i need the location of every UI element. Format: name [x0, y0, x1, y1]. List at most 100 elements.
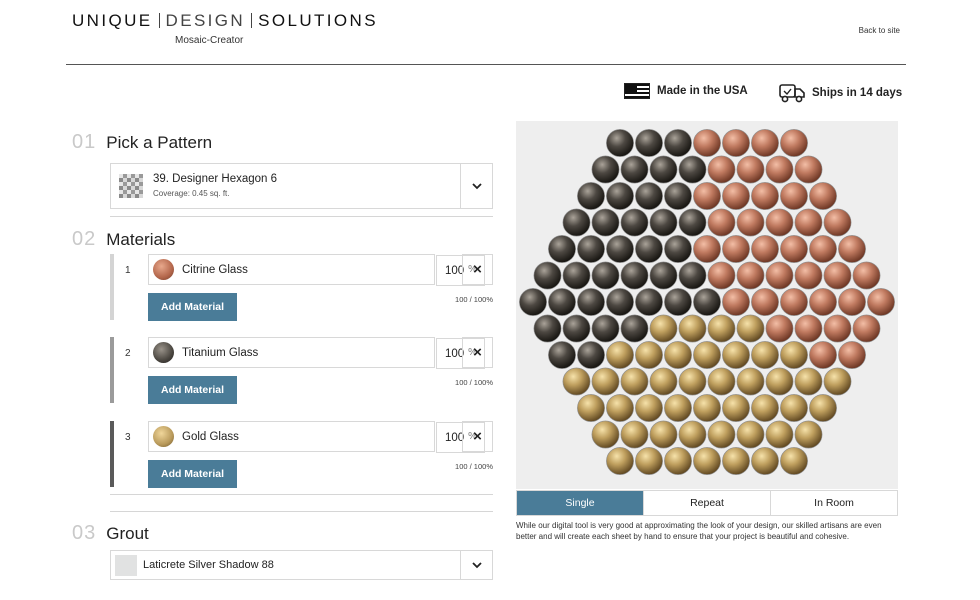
mosaic-dot: [693, 235, 721, 263]
mosaic-dot: [722, 288, 750, 316]
mosaic-dot: [780, 129, 808, 157]
mosaic-dot: [852, 261, 881, 290]
grout-select[interactable]: Laticrete Silver Shadow 88: [110, 550, 493, 580]
grout-dropdown-button[interactable]: [460, 551, 492, 579]
mosaic-dot: [722, 447, 750, 475]
mosaic-dot: [736, 261, 765, 290]
material-row: 2 Titanium Glass 100 % × Add Material 10…: [110, 337, 493, 404]
mosaic-dot: [635, 129, 663, 157]
remove-material-button[interactable]: ×: [462, 421, 493, 452]
mosaic-dot: [736, 420, 765, 449]
pattern-select[interactable]: 39. Designer Hexagon 6 Coverage: 0.45 sq…: [110, 163, 493, 209]
mosaic-dot: [678, 314, 707, 343]
material-select[interactable]: Citrine Glass 100 %: [148, 254, 485, 286]
us-flag-icon: [624, 83, 650, 99]
mosaic-dot: [823, 261, 852, 290]
mosaic-dot: [780, 288, 808, 316]
mosaic-dot: [809, 394, 837, 422]
mosaic-dot: [751, 288, 779, 316]
mosaic-dot: [678, 155, 707, 184]
mosaic-dot: [591, 208, 620, 237]
mosaic-dot: [751, 341, 779, 369]
mosaic-dot: [736, 155, 765, 184]
mosaic-dot: [635, 341, 663, 369]
add-material-button[interactable]: Add Material: [148, 376, 237, 404]
tab-single[interactable]: Single: [517, 491, 643, 515]
mosaic-preview: [516, 121, 898, 489]
mosaic-dot: [548, 341, 576, 369]
mosaic-dot: [635, 235, 663, 263]
delivery-truck-icon: [779, 84, 805, 103]
mosaic-dot: [606, 288, 634, 316]
mosaic-dot: [693, 288, 721, 316]
brand-word-design: DESIGN: [165, 11, 246, 30]
mosaic-dot: [736, 208, 765, 237]
mosaic-dot: [838, 235, 866, 263]
mosaic-dot: [649, 261, 678, 290]
add-material-button[interactable]: Add Material: [148, 293, 237, 321]
mosaic-dot: [765, 208, 794, 237]
tab-repeat[interactable]: Repeat: [643, 491, 770, 515]
mosaic-dot: [693, 394, 721, 422]
mosaic-dot: [707, 420, 736, 449]
mosaic-dot: [519, 288, 547, 316]
mosaic-dot: [765, 155, 794, 184]
mosaic-dot: [707, 367, 736, 396]
material-swatch: [153, 426, 174, 447]
made-in-usa-badge: Made in the USA: [624, 83, 748, 99]
mosaic-dot: [606, 235, 634, 263]
mosaic-dot: [606, 341, 634, 369]
mosaic-dot: [780, 235, 808, 263]
mosaic-hexagon-image: [519, 129, 895, 475]
back-to-site-link[interactable]: Back to site: [859, 26, 900, 35]
mosaic-dot: [635, 394, 663, 422]
mosaic-dot: [577, 341, 605, 369]
step-grout: 03 Grout: [72, 522, 149, 545]
material-swatch: [153, 259, 174, 280]
mosaic-dot: [736, 314, 765, 343]
mosaic-dot: [649, 208, 678, 237]
mosaic-dot: [780, 394, 808, 422]
remove-material-button[interactable]: ×: [462, 254, 493, 285]
mosaic-dot: [577, 394, 605, 422]
mosaic-dot: [794, 261, 823, 290]
mosaic-dot: [693, 182, 721, 210]
grout-name: Laticrete Silver Shadow 88: [143, 559, 274, 571]
mosaic-dot: [591, 367, 620, 396]
step-title: Pick a Pattern: [106, 133, 213, 152]
step-number: 03: [72, 522, 97, 544]
mosaic-dot: [765, 420, 794, 449]
remove-material-button[interactable]: ×: [462, 337, 493, 368]
material-total: 100 / 100%: [455, 462, 493, 471]
mosaic-dot: [838, 288, 866, 316]
mosaic-dot: [664, 341, 692, 369]
mosaic-dot: [606, 129, 634, 157]
mosaic-dot: [765, 314, 794, 343]
mosaic-dot: [751, 235, 779, 263]
material-color-bar: [110, 337, 114, 403]
mosaic-dot: [693, 341, 721, 369]
pattern-dropdown-button[interactable]: [460, 164, 492, 208]
grout-swatch: [115, 555, 137, 576]
mosaic-dot: [664, 182, 692, 210]
step-pick-pattern: 01 Pick a Pattern: [72, 131, 212, 154]
material-select[interactable]: Titanium Glass 100 %: [148, 337, 485, 369]
tab-in-room[interactable]: In Room: [770, 491, 897, 515]
pattern-thumbnail: [119, 174, 143, 198]
mosaic-dot: [606, 394, 634, 422]
section-divider: [110, 494, 493, 495]
brand-logo[interactable]: UNIQUE DESIGN SOLUTIONS: [72, 11, 378, 31]
mosaic-dot: [577, 288, 605, 316]
preview-tabs: Single Repeat In Room: [516, 490, 898, 516]
mosaic-dot: [649, 420, 678, 449]
material-select[interactable]: Gold Glass 100 %: [148, 421, 485, 453]
mosaic-dot: [548, 235, 576, 263]
mosaic-dot: [591, 261, 620, 290]
mosaic-dot: [823, 367, 852, 396]
mosaic-dot: [562, 367, 591, 396]
add-material-button[interactable]: Add Material: [148, 460, 237, 488]
mosaic-dot: [562, 208, 591, 237]
mosaic-dot: [751, 129, 779, 157]
section-divider: [110, 216, 493, 217]
mosaic-dot: [693, 129, 721, 157]
